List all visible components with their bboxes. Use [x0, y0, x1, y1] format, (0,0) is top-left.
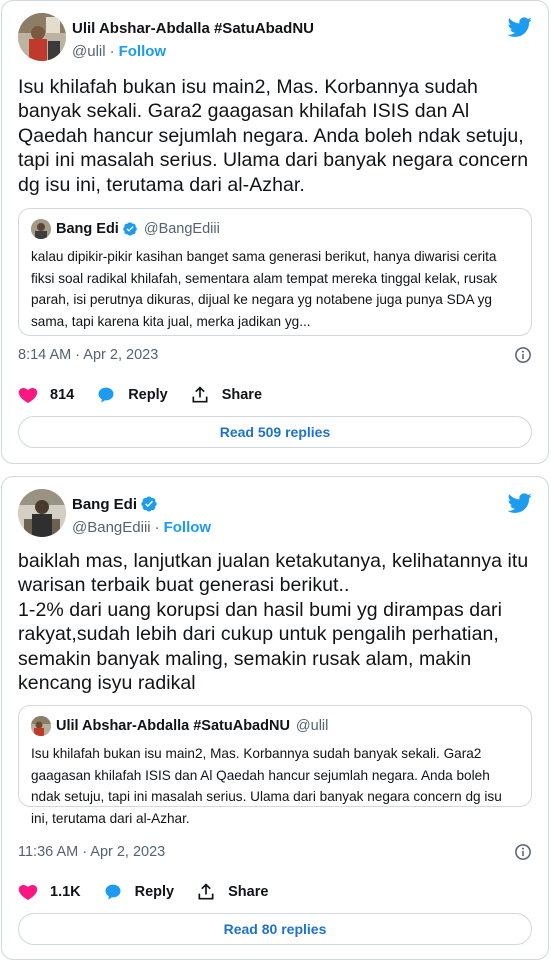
quoted-author-name: Bang Edi: [56, 221, 119, 237]
author-handle[interactable]: @ulil: [72, 43, 106, 60]
quoted-tweet-text: kalau dipikir-pikir kasihan banget sama …: [31, 249, 498, 329]
verified-badge-icon: [141, 496, 157, 512]
info-icon[interactable]: [514, 843, 532, 861]
share-button[interactable]: Share: [190, 385, 262, 405]
tweet-header: Ulil Abshar-Abdalla #SatuAbadNU @ulil · …: [18, 13, 532, 63]
twitter-bird-icon[interactable]: [508, 15, 532, 39]
timestamp[interactable]: 11:36 AM · Apr 2, 2023: [18, 844, 165, 860]
tweet-card: Bang Edi @BangEdiii · Follow baiklah mas…: [1, 476, 549, 960]
action-bar: 814 Reply Share: [18, 382, 532, 408]
reply-bubble-icon: [98, 387, 114, 403]
like-count: 814: [50, 387, 75, 403]
follow-button[interactable]: Follow: [164, 519, 212, 536]
author-name[interactable]: Ulil Abshar-Abdalla #SatuAbadNU: [72, 20, 314, 37]
timestamp-row: 11:36 AM · Apr 2, 2023: [18, 841, 532, 863]
tweet-text: Isu khilafah bukan isu main2, Mas. Korba…: [18, 76, 529, 196]
tweet-text: baiklah mas, lanjutkan jualan ketakutany…: [18, 550, 529, 695]
follow-button[interactable]: Follow: [119, 43, 167, 60]
reply-button[interactable]: Reply: [96, 385, 168, 405]
avatar[interactable]: [18, 13, 66, 61]
like-button[interactable]: 1.1K: [18, 882, 81, 902]
verified-badge-icon: [123, 222, 137, 236]
heart-icon: [18, 884, 38, 900]
twitter-bird-icon[interactable]: [508, 491, 532, 515]
read-replies-button[interactable]: Read 509 replies: [18, 416, 532, 448]
like-count: 1.1K: [50, 884, 81, 900]
share-button[interactable]: Share: [196, 882, 268, 902]
timestamp-row: 8:14 AM · Apr 2, 2023: [18, 344, 532, 366]
author-block: Bang Edi @BangEdiii · Follow: [72, 494, 211, 537]
separator: ·: [109, 42, 115, 60]
reply-label: Reply: [134, 884, 175, 900]
reply-bubble-icon: [105, 884, 121, 900]
reply-label: Reply: [128, 387, 168, 403]
author-name[interactable]: Bang Edi: [72, 496, 137, 513]
quoted-author-name: Ulil Abshar-Abdalla #SatuAbadNU: [56, 718, 290, 734]
tweet-header: Bang Edi @BangEdiii · Follow: [18, 489, 532, 539]
share-icon: [198, 883, 214, 900]
timestamp[interactable]: 8:14 AM · Apr 2, 2023: [18, 347, 158, 363]
share-label: Share: [228, 884, 269, 900]
author-block: Ulil Abshar-Abdalla #SatuAbadNU @ulil · …: [72, 18, 314, 61]
author-handle[interactable]: @BangEdiii: [72, 519, 151, 536]
quoted-tweet[interactable]: Bang Edi @BangEdiii kalau dipikir-pikir …: [18, 208, 532, 336]
separator: ·: [154, 518, 160, 536]
quoted-author-handle: @BangEdiii: [143, 221, 220, 237]
heart-icon: [18, 387, 38, 403]
tweet-card: Ulil Abshar-Abdalla #SatuAbadNU @ulil · …: [1, 0, 549, 464]
share-icon: [192, 386, 208, 403]
quoted-tweet[interactable]: Ulil Abshar-Abdalla #SatuAbadNU @ulil Is…: [18, 705, 532, 826]
quoted-avatar: [31, 219, 51, 239]
reply-button[interactable]: Reply: [103, 882, 175, 902]
like-button[interactable]: 814: [18, 385, 74, 405]
read-replies-button[interactable]: Read 80 replies: [18, 913, 532, 945]
action-bar: 1.1K Reply Share: [18, 879, 532, 905]
info-icon[interactable]: [514, 346, 532, 364]
quoted-tweet-text: Isu khilafah bukan isu main2, Mas. Korba…: [31, 746, 502, 826]
quoted-author-handle: @ulil: [295, 718, 329, 734]
share-label: Share: [221, 387, 263, 403]
quoted-avatar: [31, 716, 51, 736]
avatar[interactable]: [18, 489, 66, 537]
